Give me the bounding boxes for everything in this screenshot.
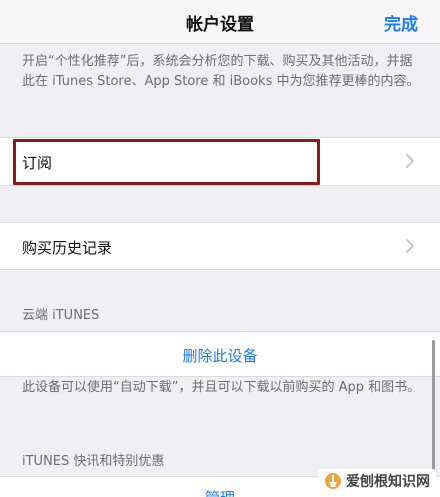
remove-device-button[interactable]: 删除此设备 [0, 345, 440, 366]
chevron-right-icon [406, 239, 414, 253]
page-title: 帐户设置 [186, 15, 254, 35]
account-settings-screen: 帐户设置 完成 开启“个性化推荐”后，系统会分析您的下载、购买及其他活动，并据此… [0, 0, 440, 497]
highlight-annotation [13, 139, 320, 185]
shovel-logo-icon [325, 473, 341, 489]
watermark-logo: 爱刨根知识网 [318, 469, 436, 493]
scroll-indicator[interactable] [432, 340, 435, 470]
personalization-note: 开启“个性化推荐”后，系统会分析您的下载、购买及其他活动，并据此在 iTunes… [22, 54, 420, 89]
cloud-itunes-header: 云端 iTUNES [22, 308, 100, 323]
watermark-text: 爱刨根知识网 [346, 474, 430, 490]
navigation-bar: 帐户设置 完成 [0, 0, 440, 44]
auto-download-note: 此设备可以使用“自动下载”，并且可以下载以前购买的 App 和图书。 [22, 380, 421, 395]
itunes-news-header: iTUNES 快讯和特别优惠 [22, 454, 165, 469]
remove-device-row[interactable]: 删除此设备 [0, 331, 440, 377]
purchase-history-row[interactable]: 购买历史记录 [0, 222, 440, 270]
purchase-history-label: 购买历史记录 [22, 239, 113, 257]
done-button[interactable]: 完成 [384, 10, 418, 35]
chevron-right-icon [406, 154, 414, 168]
